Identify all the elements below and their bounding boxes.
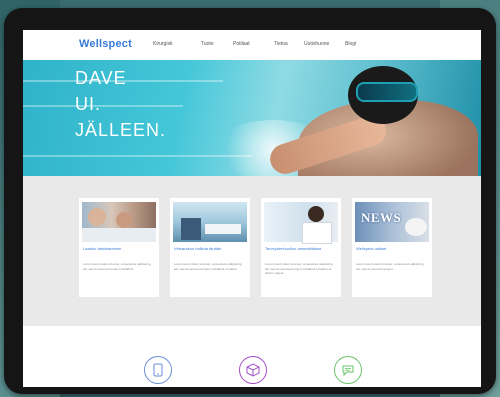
shirt-area bbox=[82, 228, 156, 242]
card-3-image bbox=[264, 202, 338, 244]
card-2-image bbox=[173, 202, 247, 242]
hero-banner: DAVE UI. JÄLLEEN. bbox=[23, 60, 481, 176]
person-face bbox=[116, 212, 132, 228]
nav-item-potilaat[interactable]: Potilaat bbox=[233, 41, 250, 47]
pool-lane-line bbox=[23, 105, 183, 107]
nav-item-tuote[interactable]: Tuote bbox=[201, 41, 214, 47]
tablet-icon[interactable] bbox=[144, 356, 172, 384]
lab-coat bbox=[302, 222, 332, 244]
chat-icon[interactable] bbox=[334, 356, 362, 384]
hero-headline-line2: UI. bbox=[75, 94, 102, 114]
card-4-title[interactable]: Wellspect-uutiset bbox=[356, 246, 428, 251]
box-icon[interactable] bbox=[239, 356, 267, 384]
card-1[interactable]: Laadun tarkistaminen Lorem ipsum dolor s… bbox=[79, 198, 159, 297]
card-3[interactable]: Terveydenhuollon ammattilaiset Lorem ips… bbox=[261, 198, 341, 297]
swimmer-goggles bbox=[356, 82, 418, 102]
card-4-image: NEWS bbox=[355, 202, 429, 242]
nav-item-kirurgisk[interactable]: Kirurgisk bbox=[153, 41, 172, 47]
person-head bbox=[308, 206, 324, 222]
card-3-text: Lorem ipsum dolor sit amet, consectetur … bbox=[265, 262, 333, 275]
nav-item-blogi[interactable]: Blogi bbox=[345, 41, 356, 47]
top-navigation: Wellspect Kirurgisk Tuote Potilaat Tieto… bbox=[23, 30, 481, 60]
coffee-cup bbox=[405, 218, 427, 236]
website-screen: Wellspect Kirurgisk Tuote Potilaat Tieto… bbox=[23, 30, 481, 387]
card-4[interactable]: NEWS Wellspect-uutiset Lorem ipsum dolor… bbox=[352, 198, 432, 297]
person-face bbox=[88, 208, 106, 226]
news-cards-section: Laadun tarkistaminen Lorem ipsum dolor s… bbox=[23, 176, 481, 326]
nav-item-tietoa[interactable]: Tietoa bbox=[274, 41, 288, 47]
features-icon-row bbox=[23, 326, 481, 387]
card-2-text: Lorem ipsum dolor sit amet, consectetur … bbox=[174, 262, 242, 271]
tablet-frame: Wellspect Kirurgisk Tuote Potilaat Tieto… bbox=[4, 8, 496, 394]
card-1-image bbox=[82, 202, 156, 242]
boat-shape bbox=[181, 218, 201, 240]
hero-headline-line1: DAVE bbox=[75, 68, 127, 88]
hero-headline-line3: JÄLLEEN. bbox=[75, 120, 167, 140]
logo[interactable]: Wellspect bbox=[79, 38, 132, 50]
card-1-text: Lorem ipsum dolor sit amet, consectetur … bbox=[83, 262, 151, 271]
card-4-text: Lorem ipsum dolor sit amet, consectetur … bbox=[356, 262, 424, 271]
news-word: NEWS bbox=[361, 210, 402, 225]
card-2-title[interactable]: Virtsarakon hallinta tänään bbox=[174, 246, 246, 251]
card-2[interactable]: Virtsarakon hallinta tänään Lorem ipsum … bbox=[170, 198, 250, 297]
card-1-title[interactable]: Laadun tarkistaminen bbox=[83, 246, 155, 251]
card-3-title[interactable]: Terveydenhuollon ammattilaiset bbox=[265, 246, 337, 251]
sail-shape bbox=[205, 224, 241, 234]
nav-item-uutishuone[interactable]: Uutishuone bbox=[304, 41, 329, 47]
